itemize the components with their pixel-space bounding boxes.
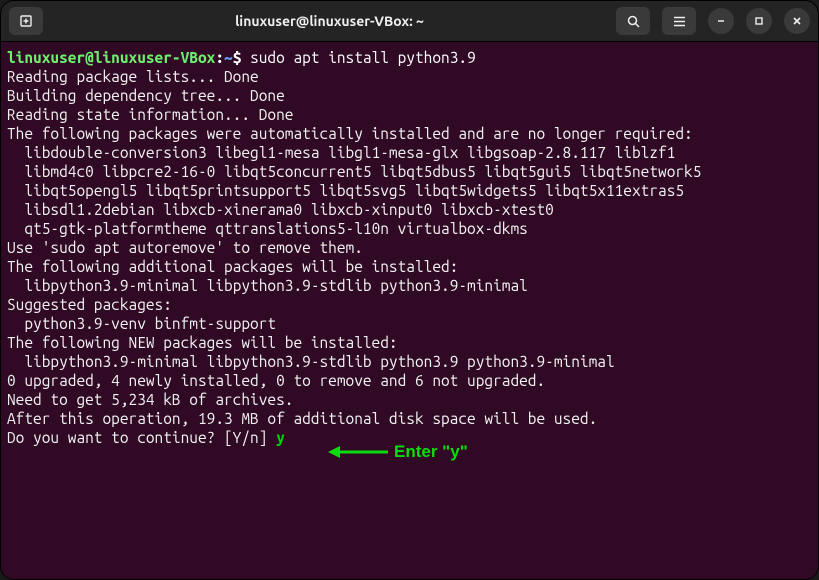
output-line: libpython3.9-minimal libpython3.9-stdlib… <box>7 353 615 370</box>
titlebar-right <box>616 7 810 35</box>
output-line: qt5-gtk-platformtheme qttranslations5-l1… <box>7 220 528 237</box>
maximize-button[interactable] <box>746 8 772 34</box>
user-input-y: y <box>276 429 285 446</box>
output-line: Building dependency tree... Done <box>7 87 285 104</box>
minimize-button[interactable] <box>708 8 734 34</box>
output-line: libsdl1.2debian libxcb-xinerama0 libxcb-… <box>7 201 554 218</box>
search-icon <box>626 14 641 29</box>
arrow-icon <box>328 444 388 460</box>
new-tab-button[interactable] <box>9 7 43 35</box>
output-line: Suggested packages: <box>7 296 172 313</box>
hamburger-icon <box>672 15 687 28</box>
output-line: Need to get 5,234 kB of archives. <box>7 391 293 408</box>
output-line: libqt5opengl5 libqt5printsupport5 libqt5… <box>7 182 684 199</box>
titlebar-left <box>9 7 43 35</box>
close-icon <box>791 15 803 27</box>
output-line: 0 upgraded, 4 newly installed, 0 to remo… <box>7 372 545 389</box>
output-prompt-continue: Do you want to continue? [Y/n] <box>7 429 276 446</box>
terminal-window: linuxuser@linuxuser-VBox: ~ <box>0 0 819 580</box>
close-button[interactable] <box>784 8 810 34</box>
prompt-userhost: linuxuser@linuxuser-VBox <box>7 49 215 66</box>
output-line: Reading package lists... Done <box>7 68 259 85</box>
new-tab-icon <box>19 14 33 28</box>
terminal-body[interactable]: linuxuser@linuxuser-VBox:~$ sudo apt ins… <box>1 41 818 579</box>
output-line: After this operation, 19.3 MB of additio… <box>7 410 597 427</box>
output-line: The following additional packages will b… <box>7 258 458 275</box>
maximize-icon <box>753 15 765 27</box>
annotation: Enter "y" <box>328 442 468 461</box>
prompt-path: ~ <box>224 49 233 66</box>
output-line: libdouble-conversion3 libegl1-mesa libgl… <box>7 144 675 161</box>
output-line: python3.9-venv binfmt-support <box>7 315 276 332</box>
prompt-sep1: : <box>215 49 224 66</box>
search-button[interactable] <box>616 7 650 35</box>
typed-command: sudo apt install python3.9 <box>241 49 475 66</box>
annotation-text: Enter "y" <box>394 442 468 461</box>
titlebar: linuxuser@linuxuser-VBox: ~ <box>1 1 818 41</box>
minimize-icon <box>715 15 727 27</box>
output-line: The following NEW packages will be insta… <box>7 334 398 351</box>
output-line: The following packages were automaticall… <box>7 125 693 142</box>
menu-button[interactable] <box>662 7 696 35</box>
output-line: Reading state information... Done <box>7 106 293 123</box>
output-line: Use 'sudo apt autoremove' to remove them… <box>7 239 363 256</box>
window-title: linuxuser@linuxuser-VBox: ~ <box>51 13 608 29</box>
output-line: libmd4c0 libpcre2-16-0 libqt5concurrent5… <box>7 163 701 180</box>
output-line: libpython3.9-minimal libpython3.9-stdlib… <box>7 277 528 294</box>
